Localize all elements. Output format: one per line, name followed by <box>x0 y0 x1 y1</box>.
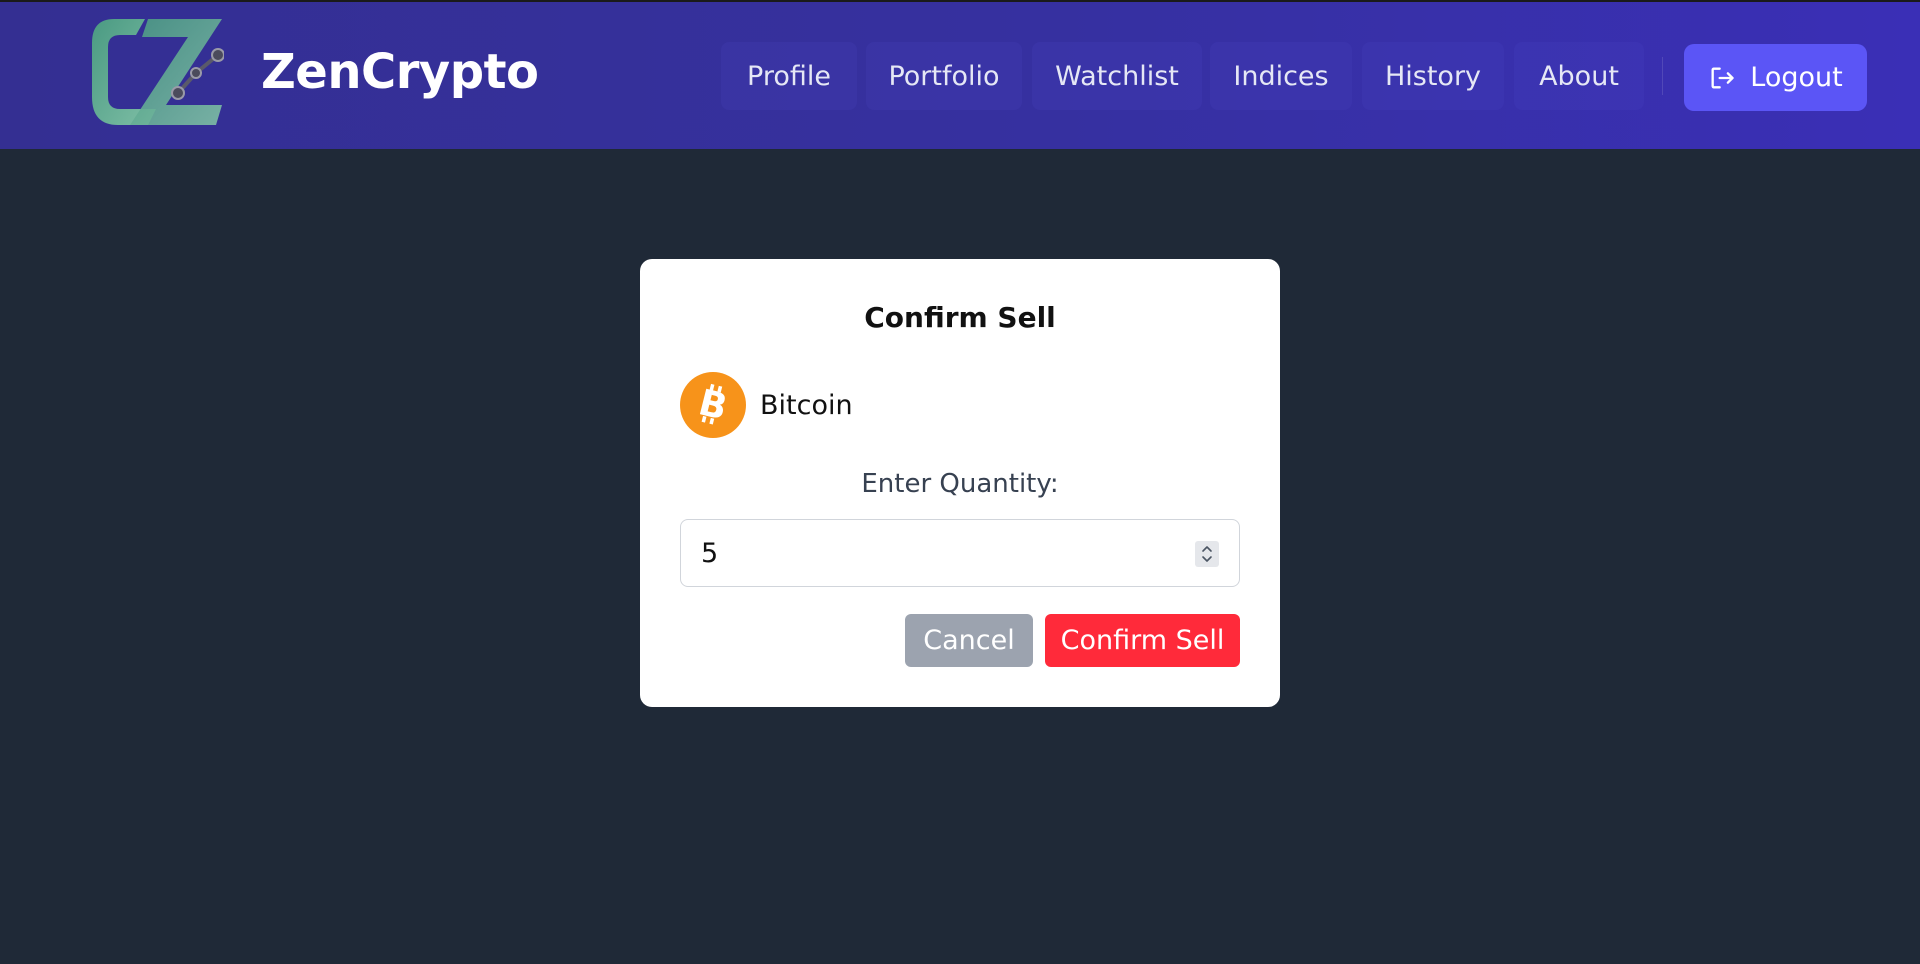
quantity-label: Enter Quantity: <box>861 469 1059 499</box>
dialog-title: Confirm Sell <box>864 301 1056 334</box>
nav-item-about[interactable]: About <box>1514 42 1644 110</box>
quantity-input[interactable] <box>701 520 1171 586</box>
logout-button[interactable]: Logout <box>1684 44 1867 111</box>
nav-item-watchlist[interactable]: Watchlist <box>1032 42 1202 110</box>
logout-icon <box>1711 67 1734 89</box>
nav-item-history[interactable]: History <box>1362 42 1504 110</box>
brand-name[interactable]: ZenCrypto <box>261 42 539 102</box>
quantity-field <box>680 519 1240 587</box>
bitcoin-icon: B <box>680 372 746 438</box>
zencrypto-logo <box>92 19 224 125</box>
confirm-sell-button[interactable]: Confirm Sell <box>1045 614 1240 667</box>
stepper-arrows-icon <box>1202 546 1212 562</box>
quantity-stepper[interactable] <box>1195 541 1219 567</box>
nav-divider <box>1662 57 1663 95</box>
confirm-sell-dialog: Confirm Sell B Bitcoin Enter Quantity: C… <box>640 259 1280 707</box>
navbar: ZenCrypto Profile Portfolio Watchlist In… <box>0 2 1920 149</box>
cancel-button[interactable]: Cancel <box>905 614 1033 667</box>
nav-item-indices[interactable]: Indices <box>1210 42 1352 110</box>
nav-item-profile[interactable]: Profile <box>721 42 857 110</box>
nav-item-portfolio[interactable]: Portfolio <box>866 42 1022 110</box>
logo-link[interactable] <box>90 17 224 129</box>
coin-info: B Bitcoin <box>680 372 853 438</box>
coin-name: Bitcoin <box>760 389 853 421</box>
logout-label: Logout <box>1750 62 1843 93</box>
